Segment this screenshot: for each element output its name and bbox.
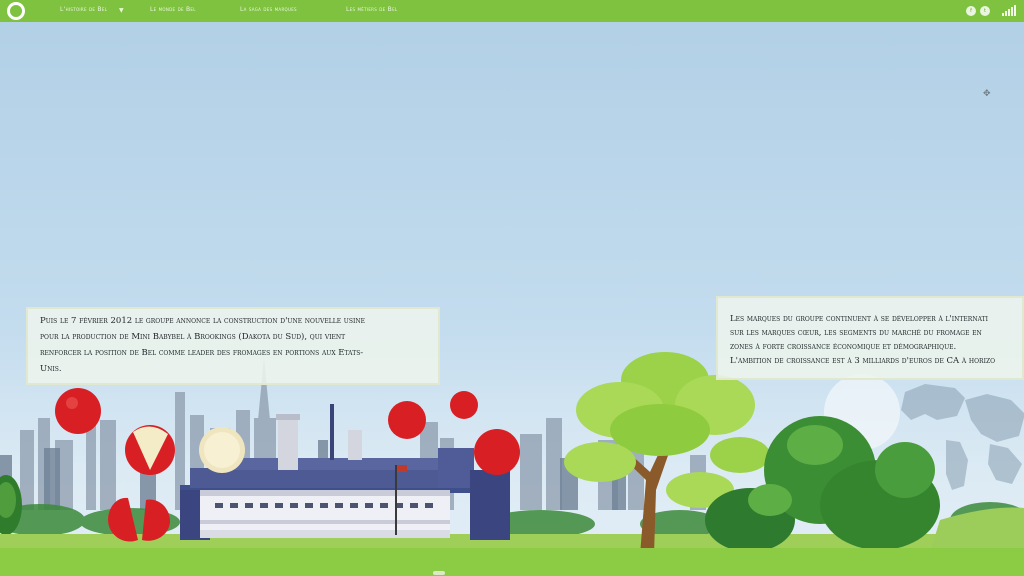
story-line: Unis. <box>40 364 62 374</box>
scene-illustration <box>0 352 1024 555</box>
top-navigation-bar: L'histoire de Bel ▼ Le monde de Bel La s… <box>0 0 1024 22</box>
cheese-ball-4 <box>474 429 520 475</box>
cheese-ball-2 <box>388 401 426 439</box>
story-text-right: Les marques du groupe continuent à se dé… <box>716 296 1024 380</box>
story-line: Les marques du groupe continuent à se dé… <box>730 314 988 324</box>
bel-logo[interactable] <box>7 2 25 20</box>
story-line: sur les marques cœur, les segments du ma… <box>730 328 982 338</box>
mouse-cursor-icon: ✥ <box>983 89 991 99</box>
story-text-left: Puis le 7 février 2012 le groupe annonce… <box>26 307 440 385</box>
story-line: L'ambition de croissance est à 3 milliar… <box>730 356 996 366</box>
ground <box>0 548 1024 576</box>
story-line: renforcer la position de Bel comme leade… <box>40 348 364 358</box>
chevron-down-icon[interactable]: ▼ <box>119 7 124 14</box>
story-line: Puis le 7 février 2012 le groupe annonce… <box>40 316 365 326</box>
story-line: pour la production de Mini Babybel à Bro… <box>40 332 346 342</box>
cheese-ball-1 <box>55 388 101 434</box>
logo-mark <box>10 5 22 17</box>
story-line: zones à forte croissance économique et d… <box>730 342 957 352</box>
scene: L'histoire de Bel ▼ Le monde de Bel La s… <box>0 0 1024 576</box>
cheese-ball-3 <box>450 391 478 419</box>
scroll-indicator[interactable] <box>433 571 445 575</box>
nav-marques[interactable]: La saga des marques <box>240 6 297 13</box>
facebook-icon[interactable]: f <box>966 5 976 16</box>
sound-level-icon[interactable] <box>1002 5 1016 16</box>
top-right-controls: f t <box>966 5 1016 16</box>
right-hill <box>930 507 1024 552</box>
bushes-right <box>705 416 940 552</box>
nav-monde[interactable]: Le monde de Bel <box>150 6 196 13</box>
nav-metiers[interactable]: Les métiers de Bel <box>346 6 397 13</box>
factory <box>180 404 510 540</box>
twitter-icon[interactable]: t <box>980 5 990 16</box>
nav-histoire[interactable]: L'histoire de Bel <box>60 6 107 13</box>
